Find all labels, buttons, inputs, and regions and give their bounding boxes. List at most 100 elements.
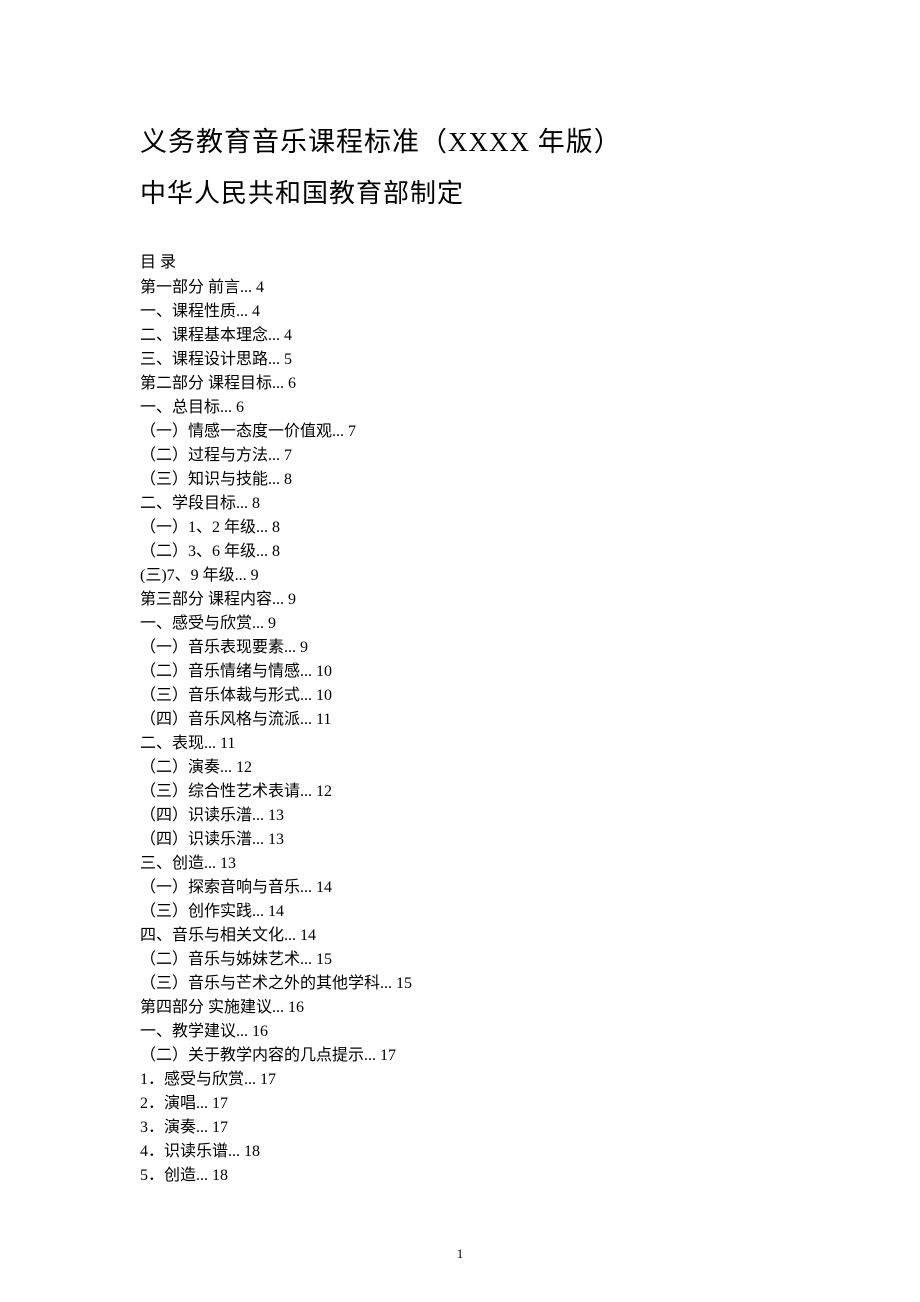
toc-entry: (三)7、9 年级... 9	[140, 564, 790, 588]
toc-entry-page: 8	[272, 543, 280, 560]
toc-entry-label: (三)7、9 年级	[140, 567, 235, 584]
toc-entry-dots: ...	[268, 327, 284, 344]
toc-entry: （一）1、2 年级... 8	[140, 516, 790, 540]
toc-entry-label: 一、感受与欣赏	[140, 615, 252, 632]
toc-entry-page: 14	[316, 879, 332, 896]
toc-entry-label: （二）过程与方法	[140, 447, 268, 464]
toc-entry-dots: ...	[268, 351, 284, 368]
toc-entry: 3．演奏... 17	[140, 1116, 790, 1140]
document-title: 义务教育音乐课程标准（XXXX 年版）	[140, 120, 790, 159]
toc-entry-label: 第二部分 课程目标	[140, 375, 272, 392]
toc-entry-label: 第四部分 实施建议	[140, 999, 272, 1016]
toc-entry-label: （四）音乐风格与流派	[140, 711, 300, 728]
toc-entry: （二）演奏... 12	[140, 756, 790, 780]
toc-entry-dots: ...	[364, 1047, 380, 1064]
toc-entry-page: 17	[260, 1071, 276, 1088]
toc-entry-dots: ...	[256, 543, 272, 560]
toc-entry-page: 8	[284, 471, 292, 488]
toc-entry: 一、课程性质... 4	[140, 300, 790, 324]
toc-entry-dots: ...	[196, 1095, 212, 1112]
toc-entry: 第四部分 实施建议... 16	[140, 996, 790, 1020]
toc-entry-label: （三）音乐体裁与形式	[140, 687, 300, 704]
toc-entry: （二）关于教学内容的几点提示... 17	[140, 1044, 790, 1068]
toc-entry-dots: ...	[236, 495, 252, 512]
toc-entry: （二）3、6 年级... 8	[140, 540, 790, 564]
toc-entry-label: （四）识读乐潽	[140, 807, 252, 824]
toc-entry: （三）音乐体裁与形式... 10	[140, 684, 790, 708]
toc-entry-dots: ...	[272, 591, 288, 608]
toc-entry-page: 6	[236, 399, 244, 416]
toc-entry: 二、表现... 11	[140, 732, 790, 756]
toc-entry-label: 一、课程性质	[140, 303, 236, 320]
toc-entry-dots: ...	[220, 399, 236, 416]
toc-entry-page: 9	[268, 615, 276, 632]
toc-entry-label: 5．创造	[140, 1167, 196, 1184]
toc-entry: （一）音乐表现要素... 9	[140, 636, 790, 660]
toc-entry-dots: ...	[196, 1119, 212, 1136]
toc-entry-dots: ...	[300, 783, 316, 800]
toc-entry-page: 18	[244, 1143, 260, 1160]
toc-entry-dots: ...	[300, 951, 316, 968]
toc-entry: 二、课程基本理念... 4	[140, 324, 790, 348]
toc-entry-label: 二、课程基本理念	[140, 327, 268, 344]
toc-entry: 一、总目标... 6	[140, 396, 790, 420]
toc-entry-dots: ...	[268, 471, 284, 488]
toc-entry-page: 14	[300, 927, 316, 944]
toc-heading: 目 录	[140, 248, 790, 272]
toc-entry-label: （二）演奏	[140, 759, 220, 776]
toc-entry-dots: ...	[252, 831, 268, 848]
toc-entry: 三、创造... 13	[140, 852, 790, 876]
toc-entry: （三）创作实践... 14	[140, 900, 790, 924]
toc-entry-dots: ...	[228, 1143, 244, 1160]
toc-entry-page: 4	[252, 303, 260, 320]
toc-entry: （三）综合性艺术表请... 12	[140, 780, 790, 804]
toc-entry: （三）知识与技能... 8	[140, 468, 790, 492]
toc-entry-dots: ...	[284, 927, 300, 944]
toc-entry-page: 9	[288, 591, 296, 608]
toc-container: 第一部分 前言... 4一、课程性质... 4二、课程基本理念... 4三、课程…	[140, 276, 790, 1188]
toc-entry-page: 11	[220, 735, 235, 752]
toc-entry-label: （四）识读乐潽	[140, 831, 252, 848]
toc-entry-page: 11	[316, 711, 331, 728]
toc-entry-label: 三、课程设计思路	[140, 351, 268, 368]
toc-entry: 第二部分 课程目标... 6	[140, 372, 790, 396]
toc-entry-label: 3．演奏	[140, 1119, 196, 1136]
toc-entry: （四）音乐风格与流派... 11	[140, 708, 790, 732]
document-subtitle: 中华人民共和国教育部制定	[140, 173, 790, 210]
toc-entry: （四）识读乐潽... 13	[140, 828, 790, 852]
toc-entry-page: 17	[212, 1119, 228, 1136]
toc-entry: （四）识读乐潽... 13	[140, 804, 790, 828]
toc-entry-page: 4	[284, 327, 292, 344]
toc-entry-label: 四、音乐与相关文化	[140, 927, 284, 944]
toc-entry: 二、学段目标... 8	[140, 492, 790, 516]
toc-entry: 第三部分 课程内容... 9	[140, 588, 790, 612]
toc-entry-label: 二、学段目标	[140, 495, 236, 512]
toc-entry: 4．识读乐谱... 18	[140, 1140, 790, 1164]
toc-entry-page: 4	[256, 279, 264, 296]
toc-entry-label: （三）音乐与芒术之外的其他学科	[140, 975, 380, 992]
toc-entry-page: 15	[316, 951, 332, 968]
document-page: 义务教育音乐课程标准（XXXX 年版） 中华人民共和国教育部制定 目 录 第一部…	[0, 0, 920, 1248]
toc-entry-label: （二）音乐与姊妹艺术	[140, 951, 300, 968]
toc-entry-page: 16	[252, 1023, 268, 1040]
toc-entry-label: （三）综合性艺术表请	[140, 783, 300, 800]
toc-entry-dots: ...	[300, 879, 316, 896]
toc-entry-dots: ...	[300, 711, 316, 728]
toc-entry-dots: ...	[204, 735, 220, 752]
toc-entry-page: 7	[348, 423, 356, 440]
toc-entry-page: 8	[272, 519, 280, 536]
toc-entry-page: 12	[236, 759, 252, 776]
toc-entry: （一）情感一态度一价值观... 7	[140, 420, 790, 444]
toc-entry-page: 15	[396, 975, 412, 992]
toc-entry-label: （二）3、6 年级	[140, 543, 256, 560]
toc-entry-label: （二）关于教学内容的几点提示	[140, 1047, 364, 1064]
toc-entry-label: （一）音乐表现要素	[140, 639, 284, 656]
toc-entry-dots: ...	[272, 375, 288, 392]
toc-entry-dots: ...	[380, 975, 396, 992]
toc-entry: （一）探索音响与音乐... 14	[140, 876, 790, 900]
toc-entry: 一、感受与欣赏... 9	[140, 612, 790, 636]
toc-entry-label: 1．感受与欣赏	[140, 1071, 244, 1088]
toc-entry-page: 7	[284, 447, 292, 464]
toc-entry-page: 8	[252, 495, 260, 512]
toc-entry: （二）过程与方法... 7	[140, 444, 790, 468]
